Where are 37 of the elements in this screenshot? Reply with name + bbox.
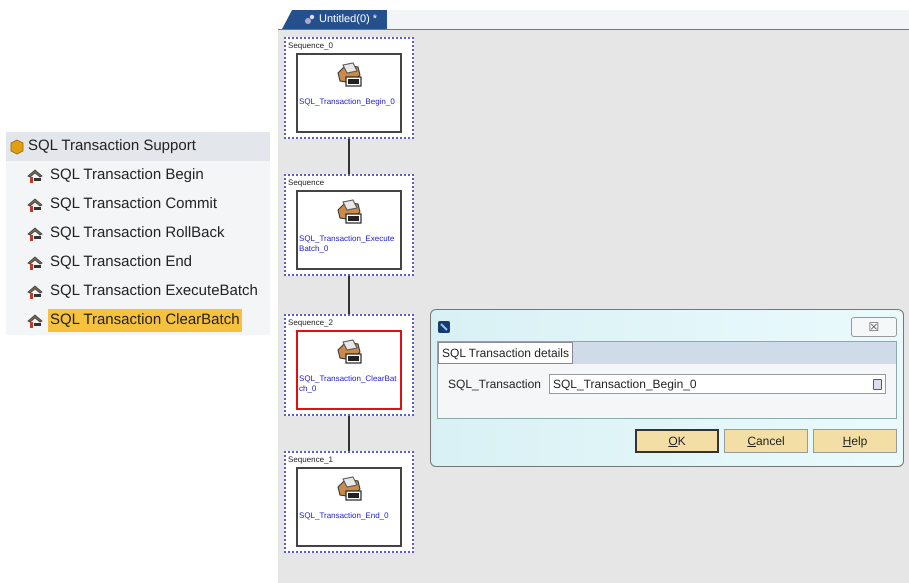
palette-item[interactable]: SQL Transaction ClearBatch (48, 309, 242, 332)
dialog-button[interactable]: OK (635, 429, 719, 453)
sequence-container[interactable]: Sequence_0 SQL_Transaction_Begin_0 (284, 37, 414, 139)
action-name: SQL_Transaction_ExecuteBatch_0 (298, 234, 396, 254)
group-title: SQL Transaction details (438, 342, 573, 364)
connector-line (348, 139, 350, 174)
action-name: SQL_Transaction_Begin_0 (298, 97, 396, 107)
action-name: SQL_Transaction_End_0 (298, 511, 390, 521)
palette-item[interactable]: SQL Transaction ExecuteBatch (48, 280, 260, 303)
action-name: SQL_Transaction_ClearBatch_0 (298, 374, 398, 394)
sequence-label: Sequence (288, 178, 326, 188)
action-node[interactable]: SQL_Transaction_End_0 (296, 467, 402, 547)
app-icon (437, 320, 451, 334)
field-label: SQL_Transaction (448, 376, 541, 393)
cube-icon (10, 138, 24, 154)
action-node[interactable]: SQL_Transaction_ExecuteBatch_0 (296, 190, 402, 270)
palette-item[interactable]: SQL Transaction Begin (48, 164, 206, 187)
action-node[interactable]: SQL_Transaction_Begin_0 (296, 53, 402, 133)
connector-line (348, 276, 350, 314)
dialog-button[interactable]: Cancel (724, 429, 808, 453)
dialog-button[interactable]: Help (813, 429, 897, 453)
palette-group[interactable]: SQL Transaction Support (6, 132, 270, 161)
sequence-label: Sequence_1 (288, 455, 334, 465)
transaction-field[interactable]: SQL_Transaction_Begin_0 (548, 374, 886, 394)
sequence-container[interactable]: Sequence SQL_Transaction_ExecuteBatch_0 (284, 174, 414, 276)
close-button[interactable]: ☒ (851, 317, 897, 337)
value-help-icon (873, 378, 882, 390)
palette-item[interactable]: SQL Transaction End (48, 251, 194, 274)
sequence-container[interactable]: Sequence_2 SQL_Transaction_ClearBatch_0 (284, 314, 414, 416)
sequence-container[interactable]: Sequence_1 SQL_Transaction_End_0 (284, 451, 414, 553)
connector-line (348, 416, 350, 451)
sequence-label: Sequence_2 (288, 318, 334, 328)
editor-tab[interactable]: Untitled(0) * (282, 10, 388, 29)
action-node[interactable]: SQL_Transaction_ClearBatch_0 (296, 330, 402, 410)
palette-item[interactable]: SQL Transaction Commit (48, 193, 219, 216)
palette-item[interactable]: SQL Transaction RollBack (48, 222, 227, 245)
sequence-label: Sequence_0 (288, 41, 334, 51)
